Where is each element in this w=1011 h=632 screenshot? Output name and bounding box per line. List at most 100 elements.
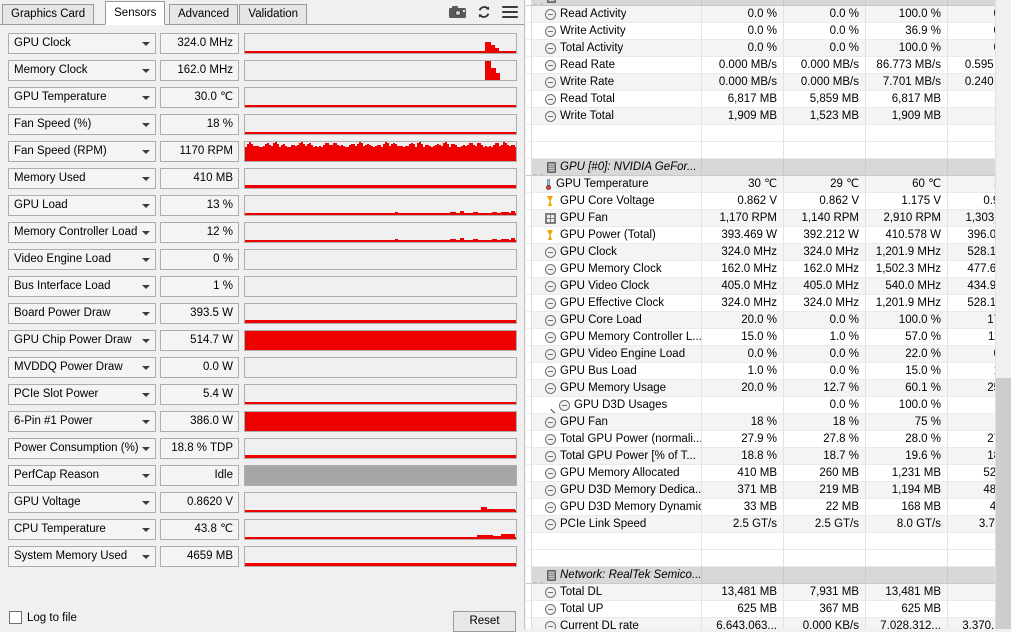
- hwinfo-cell-maximum: 625 MB: [865, 601, 947, 617]
- sensor-select[interactable]: MVDDQ Power Draw: [8, 356, 156, 378]
- chevron-down-icon: [142, 176, 150, 181]
- hwinfo-data-row[interactable]: Read Activity0.0 %0.0 %100.0 %0.4 %: [526, 6, 1011, 23]
- screenshot-icon[interactable]: [449, 6, 466, 18]
- hwinfo-row-label: Drive: MTFDDAV128MAZ...: [526, 0, 701, 5]
- sensor-select[interactable]: GPU Chip Power Draw: [8, 329, 156, 351]
- hwinfo-cell-maximum: 86.773 MB/s: [865, 57, 947, 73]
- hwinfo-data-row[interactable]: GPU Memory Allocated 410 MB 260 MB 1,231 MB…: [526, 465, 1011, 482]
- hwinfo-data-row[interactable]: Read Total 6,817 MB 5,859 MB 6,817 MB: [526, 91, 996, 108]
- row-gutter: [526, 142, 532, 158]
- hwinfo-data-row[interactable]: GPU Core Load20.0 %0.0 %100.0 %17.9 %: [526, 312, 1011, 329]
- hwinfo-data-row[interactable]: Write Total 1,909 MB 1,523 MB 1,909 MB: [526, 108, 996, 125]
- hwinfo-data-row[interactable]: GPU Memory Usage20.0 %12.7 %60.1 %25.5 %: [526, 380, 1011, 397]
- sensor-select[interactable]: CPU Temperature: [8, 518, 156, 540]
- hwinfo-cell-minimum: 0.0 %: [783, 6, 865, 22]
- sensor-graph: [244, 383, 517, 405]
- tab-validation[interactable]: Validation: [239, 4, 308, 24]
- hwinfo-data-row[interactable]: Write Activity0.0 %0.0 %36.9 %0.2 %: [526, 23, 1011, 40]
- sensor-select[interactable]: GPU Load: [8, 194, 156, 216]
- sensor-value: 1 %: [160, 275, 239, 297]
- sensor-select[interactable]: GPU Temperature: [8, 86, 156, 108]
- hwinfo-data-row[interactable]: GPU Video Engine Load0.0 %0.0 %22.0 %0.3…: [526, 346, 1011, 363]
- hwinfo-group-row[interactable]: Network: RealTek Semico...: [526, 567, 996, 584]
- scrollbar-thumb[interactable]: [996, 378, 1011, 629]
- hwinfo-cell-maximum: 7.701 MB/s: [865, 74, 947, 90]
- hwinfo-data-row[interactable]: Total Activity0.0 %0.0 %100.0 %0.7 %: [526, 40, 1011, 57]
- hwinfo-data-row[interactable]: GPU Video Clock 405.0 MHz 405.0 MHz 540.0 M…: [526, 278, 1011, 295]
- hwinfo-cell-maximum: 410.578 W: [865, 227, 947, 243]
- hwinfo-cell-current: 1.0 %: [701, 363, 783, 379]
- chevron-down-icon: [142, 365, 150, 370]
- hwinfo-cell-minimum: 324.0 MHz: [783, 244, 865, 260]
- sensor-select[interactable]: Board Power Draw: [8, 302, 156, 324]
- hwinfo-label-text: Drive: MTFDDAV128MAZ...: [560, 0, 701, 5]
- hwinfo-data-row[interactable]: GPU D3D Memory Dedica... 371 MB 219 MB 1,19…: [526, 482, 1011, 499]
- row-gutter: [526, 533, 532, 549]
- checkbox-box[interactable]: [9, 611, 22, 624]
- hwinfo-data-row[interactable]: PCIe Link Speed 2.5 GT/s 2.5 GT/s 8.0 GT/s 3…: [526, 516, 1011, 533]
- hwinfo-data-row[interactable]: GPU Memory Clock 162.0 MHz 162.0 MHz 1,502.…: [526, 261, 1011, 278]
- tab-sensors[interactable]: Sensors: [105, 1, 166, 25]
- sensor-row: GPU Voltage 0.8620 V: [0, 489, 524, 515]
- hwinfo-cell-current: [701, 159, 783, 175]
- sensor-select[interactable]: PerfCap Reason: [8, 464, 156, 486]
- sensor-select[interactable]: GPU Voltage: [8, 491, 156, 513]
- hwinfo-data-row[interactable]: Read Rate 0.000 MB/s 0.000 MB/s 86.773 MB/s…: [526, 57, 1011, 74]
- tab-advanced[interactable]: Advanced: [169, 4, 239, 24]
- sensor-select[interactable]: Memory Controller Load: [8, 221, 156, 243]
- sensor-select[interactable]: Video Engine Load: [8, 248, 156, 270]
- sensor-select[interactable]: Memory Clock: [8, 59, 156, 81]
- sensor-select[interactable]: PCIe Slot Power: [8, 383, 156, 405]
- row-gutter: [526, 618, 532, 629]
- menu-icon[interactable]: [502, 6, 518, 18]
- hwinfo-data-row[interactable]: Write Rate 0.000 MB/s 0.000 MB/s 7.701 MB/s…: [526, 74, 1011, 91]
- hwinfo-data-row[interactable]: GPU Core Voltage0.862 V0.862 V1.175 V0.9…: [526, 193, 1011, 210]
- sensor-select[interactable]: System Memory Used: [8, 545, 156, 567]
- hwinfo-vertical-scrollbar[interactable]: [995, 0, 1011, 629]
- sensor-select[interactable]: Bus Interface Load: [8, 275, 156, 297]
- sensor-value: 324.0 MHz: [160, 32, 239, 54]
- sensor-select[interactable]: GPU Clock: [8, 32, 156, 54]
- sensor-select[interactable]: Memory Used: [8, 167, 156, 189]
- hwinfo-cell-minimum: 18.7 %: [783, 448, 865, 464]
- sensor-select[interactable]: Fan Speed (%): [8, 113, 156, 135]
- hwinfo-group-row[interactable]: GPU [#0]: NVIDIA GeFor...: [526, 159, 996, 176]
- hwinfo-data-row[interactable]: Total DL 13,481 MB 7,931 MB 13,481 MB: [526, 584, 996, 601]
- row-gutter: [526, 329, 532, 345]
- hwinfo-data-row[interactable]: GPU Temperature30 ℃29 ℃60 ℃35 ℃: [526, 176, 1011, 193]
- sensor-select[interactable]: Fan Speed (RPM): [8, 140, 156, 162]
- hwinfo-data-row[interactable]: GPU Power (Total) 393.469 W 392.212 W 410.5…: [526, 227, 1011, 244]
- hwinfo-data-row[interactable]: GPU D3D Usages 0.0 % 100.0 %: [526, 397, 996, 414]
- hwinfo-data-row[interactable]: GPU Clock 324.0 MHz 324.0 MHz 1,201.9 MHz 52…: [526, 244, 1011, 261]
- sensor-row: System Memory Used 4659 MB: [0, 543, 524, 569]
- hwinfo-data-row[interactable]: GPU Memory Controller L... 15.0 % 1.0 % 57.…: [526, 329, 1011, 346]
- hwinfo-cell-current: 13,481 MB: [701, 584, 783, 600]
- sensor-select[interactable]: 6-Pin #1 Power: [8, 410, 156, 432]
- hwinfo-data-row[interactable]: GPU D3D Memory Dynamic33 MB22 MB168 MB44…: [526, 499, 1011, 516]
- sensor-graph: [244, 194, 517, 216]
- hwinfo-data-row[interactable]: GPU Bus Load1.0 %0.0 %15.0 %1.2 %: [526, 363, 1011, 380]
- gpuz-toolbar: [449, 2, 518, 22]
- hwinfo-cell-minimum: [783, 533, 865, 549]
- clock-icon: [545, 8, 556, 20]
- hwinfo-row-label: [526, 550, 701, 566]
- sensor-select[interactable]: Power Consumption (%): [8, 437, 156, 459]
- hwinfo-data-row[interactable]: Total GPU Power (normali... 27.9 % 27.8 % 2…: [526, 431, 1011, 448]
- tab-graphics-card[interactable]: Graphics Card: [2, 4, 95, 24]
- refresh-icon[interactable]: [477, 5, 491, 19]
- hwinfo-data-row[interactable]: Current DL rate 6,643.063... 0.000 KB/s 7,0…: [526, 618, 1011, 629]
- hwinfo-label-text: GPU Core Load: [560, 313, 642, 326]
- hwinfo-cell-current: 1,170 RPM: [701, 210, 783, 226]
- hwinfo-cell-minimum: [783, 0, 865, 5]
- clock-icon: [545, 42, 556, 54]
- sensor-value: 5.4 W: [160, 383, 239, 405]
- log-to-file-checkbox[interactable]: Log to file: [9, 611, 77, 624]
- hwinfo-data-row[interactable]: GPU Effective Clock 324.0 MHz 324.0 MHz 1,2…: [526, 295, 1011, 312]
- hwinfo-row-label: GPU Effective Clock: [526, 295, 701, 311]
- hwinfo-data-row[interactable]: Total GPU Power [% of T... 18.8 % 18.7 % 19…: [526, 448, 1011, 465]
- hwinfo-data-row[interactable]: Total UP 625 MB 367 MB 625 MB: [526, 601, 996, 618]
- hwinfo-data-row[interactable]: GPU Fan18 %18 %75 %25 %: [526, 414, 1011, 431]
- hwinfo-data-row[interactable]: GPU Fan 1,170 RPM 1,140 RPM 2,910 RPM 1,303 …: [526, 210, 1011, 227]
- hwinfo-cell-current: 371 MB: [701, 482, 783, 498]
- sensor-name-label: Fan Speed (%): [14, 117, 92, 130]
